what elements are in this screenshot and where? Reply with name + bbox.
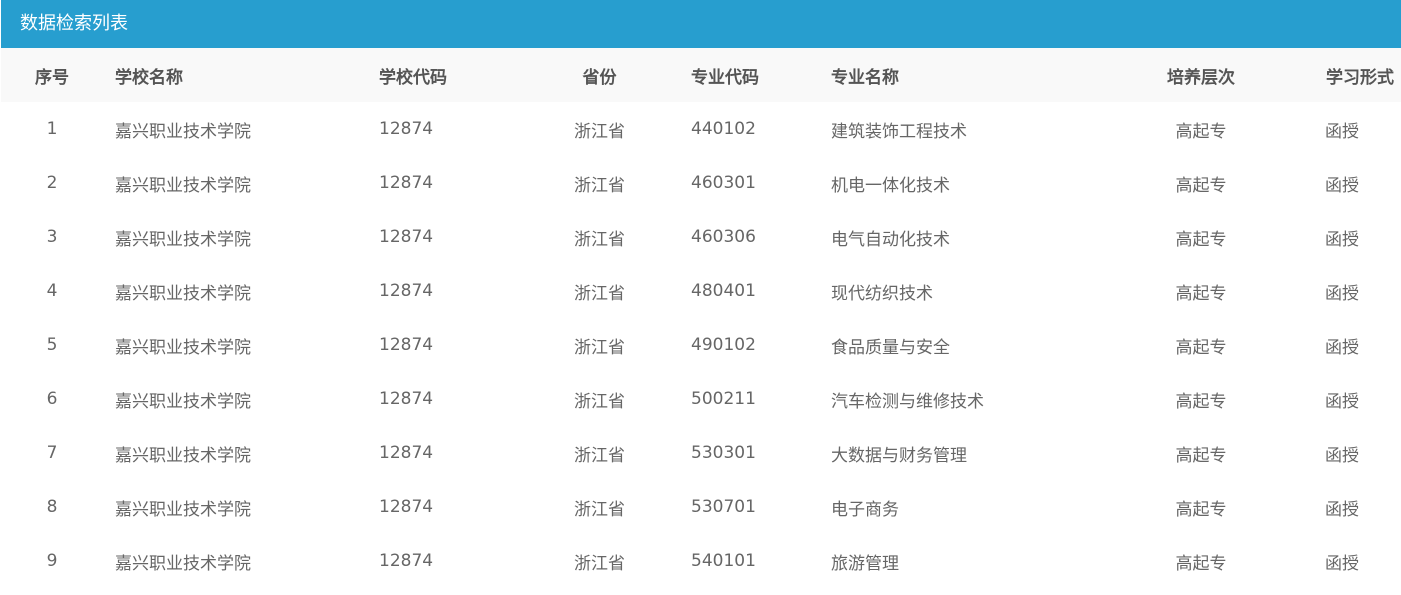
cell-school-name: 嘉兴职业技术学院 bbox=[115, 175, 251, 196]
cell-major-name: 机电一体化技术 bbox=[831, 175, 950, 196]
cell-school-name: 嘉兴职业技术学院 bbox=[115, 499, 251, 520]
header-study-mode: 学习形式 bbox=[1326, 67, 1394, 88]
header-level: 培养层次 bbox=[1167, 67, 1235, 88]
cell-major-name: 大数据与财务管理 bbox=[831, 445, 967, 466]
cell-index: 9 bbox=[46, 551, 58, 571]
cell-province: 浙江省 bbox=[574, 337, 625, 358]
cell-index: 6 bbox=[46, 389, 58, 409]
cell-major-name: 食品质量与安全 bbox=[831, 337, 950, 358]
cell-level: 高起专 bbox=[1175, 553, 1227, 574]
cell-province: 浙江省 bbox=[574, 391, 625, 412]
table-body: 1 嘉兴职业技术学院 12874 浙江省 440102 建筑装饰工程技术 高起专… bbox=[1, 102, 1401, 588]
cell-school-code: 12874 bbox=[379, 335, 434, 355]
cell-study-mode: 函授 bbox=[1325, 499, 1359, 520]
cell-index: 3 bbox=[46, 227, 58, 247]
cell-study-mode: 函授 bbox=[1325, 553, 1359, 574]
cell-school-code: 12874 bbox=[379, 389, 434, 409]
header-index: 序号 bbox=[35, 67, 69, 88]
cell-school-code: 12874 bbox=[379, 173, 434, 193]
cell-major-code: 500211 bbox=[691, 389, 756, 409]
table-row: 6 嘉兴职业技术学院 12874 浙江省 500211 汽车检测与维修技术 高起… bbox=[1, 372, 1401, 426]
cell-major-name: 旅游管理 bbox=[831, 553, 899, 574]
cell-major-name: 电气自动化技术 bbox=[831, 229, 950, 250]
cell-school-code: 12874 bbox=[379, 281, 434, 301]
table-row: 9 嘉兴职业技术学院 12874 浙江省 540101 旅游管理 高起专 函授 bbox=[1, 534, 1401, 588]
cell-province: 浙江省 bbox=[574, 175, 625, 196]
cell-level: 高起专 bbox=[1175, 121, 1227, 142]
cell-level: 高起专 bbox=[1175, 283, 1227, 304]
cell-school-code: 12874 bbox=[379, 227, 434, 247]
cell-study-mode: 函授 bbox=[1325, 391, 1359, 412]
cell-province: 浙江省 bbox=[574, 229, 625, 250]
cell-study-mode: 函授 bbox=[1325, 121, 1359, 142]
cell-index: 5 bbox=[46, 335, 58, 355]
header-major-code: 专业代码 bbox=[691, 67, 759, 88]
cell-school-name: 嘉兴职业技术学院 bbox=[115, 337, 251, 358]
cell-school-name: 嘉兴职业技术学院 bbox=[115, 229, 251, 250]
cell-school-name: 嘉兴职业技术学院 bbox=[115, 121, 251, 142]
cell-school-name: 嘉兴职业技术学院 bbox=[115, 283, 251, 304]
cell-major-name: 现代纺织技术 bbox=[831, 283, 933, 304]
cell-index: 7 bbox=[46, 443, 58, 463]
cell-school-code: 12874 bbox=[379, 443, 434, 463]
cell-school-code: 12874 bbox=[379, 119, 434, 139]
data-search-panel: 数据检索列表 序号 学校名称 学校代码 省份 专业代码 专业名称 培养层次 学习… bbox=[1, 0, 1401, 595]
table-row: 7 嘉兴职业技术学院 12874 浙江省 530301 大数据与财务管理 高起专… bbox=[1, 426, 1401, 480]
cell-index: 1 bbox=[46, 119, 58, 139]
cell-school-name: 嘉兴职业技术学院 bbox=[115, 445, 251, 466]
cell-major-code: 440102 bbox=[691, 119, 756, 139]
cell-school-code: 12874 bbox=[379, 497, 434, 517]
cell-level: 高起专 bbox=[1175, 175, 1227, 196]
table-row: 1 嘉兴职业技术学院 12874 浙江省 440102 建筑装饰工程技术 高起专… bbox=[1, 102, 1401, 156]
header-school-code: 学校代码 bbox=[379, 67, 447, 88]
table-header-row: 序号 学校名称 学校代码 省份 专业代码 专业名称 培养层次 学习形式 bbox=[1, 48, 1401, 102]
cell-major-code: 490102 bbox=[691, 335, 756, 355]
cell-province: 浙江省 bbox=[574, 121, 625, 142]
cell-level: 高起专 bbox=[1175, 499, 1227, 520]
cell-school-name: 嘉兴职业技术学院 bbox=[115, 553, 251, 574]
cell-major-code: 540101 bbox=[691, 551, 756, 571]
cell-study-mode: 函授 bbox=[1325, 229, 1359, 250]
cell-level: 高起专 bbox=[1175, 229, 1227, 250]
cell-province: 浙江省 bbox=[574, 553, 625, 574]
cell-level: 高起专 bbox=[1175, 391, 1227, 412]
header-major-name: 专业名称 bbox=[831, 67, 899, 88]
header-school-name: 学校名称 bbox=[115, 67, 183, 88]
cell-level: 高起专 bbox=[1175, 445, 1227, 466]
table-row: 3 嘉兴职业技术学院 12874 浙江省 460306 电气自动化技术 高起专 … bbox=[1, 210, 1401, 264]
header-province: 省份 bbox=[582, 67, 617, 88]
cell-major-code: 460306 bbox=[691, 227, 756, 247]
cell-major-code: 530301 bbox=[691, 443, 756, 463]
table-row: 8 嘉兴职业技术学院 12874 浙江省 530701 电子商务 高起专 函授 bbox=[1, 480, 1401, 534]
cell-province: 浙江省 bbox=[574, 499, 625, 520]
results-table: 序号 学校名称 学校代码 省份 专业代码 专业名称 培养层次 学习形式 1 嘉兴… bbox=[1, 48, 1401, 588]
cell-index: 2 bbox=[46, 173, 58, 193]
table-row: 2 嘉兴职业技术学院 12874 浙江省 460301 机电一体化技术 高起专 … bbox=[1, 156, 1401, 210]
cell-index: 8 bbox=[46, 497, 58, 517]
cell-level: 高起专 bbox=[1175, 337, 1227, 358]
cell-study-mode: 函授 bbox=[1325, 283, 1359, 304]
panel-title: 数据检索列表 bbox=[1, 0, 1401, 48]
cell-index: 4 bbox=[46, 281, 58, 301]
cell-major-name: 电子商务 bbox=[831, 499, 899, 520]
cell-major-code: 460301 bbox=[691, 173, 756, 193]
cell-school-name: 嘉兴职业技术学院 bbox=[115, 391, 251, 412]
cell-major-code: 530701 bbox=[691, 497, 756, 517]
cell-major-name: 建筑装饰工程技术 bbox=[831, 121, 967, 142]
cell-province: 浙江省 bbox=[574, 445, 625, 466]
cell-major-code: 480401 bbox=[691, 281, 756, 301]
cell-province: 浙江省 bbox=[574, 283, 625, 304]
table-header: 序号 学校名称 学校代码 省份 专业代码 专业名称 培养层次 学习形式 bbox=[1, 48, 1401, 102]
table-row: 4 嘉兴职业技术学院 12874 浙江省 480401 现代纺织技术 高起专 函… bbox=[1, 264, 1401, 318]
cell-study-mode: 函授 bbox=[1325, 445, 1359, 466]
cell-study-mode: 函授 bbox=[1325, 175, 1359, 196]
table-row: 5 嘉兴职业技术学院 12874 浙江省 490102 食品质量与安全 高起专 … bbox=[1, 318, 1401, 372]
cell-major-name: 汽车检测与维修技术 bbox=[831, 391, 984, 412]
cell-school-code: 12874 bbox=[379, 551, 434, 571]
cell-study-mode: 函授 bbox=[1325, 337, 1359, 358]
